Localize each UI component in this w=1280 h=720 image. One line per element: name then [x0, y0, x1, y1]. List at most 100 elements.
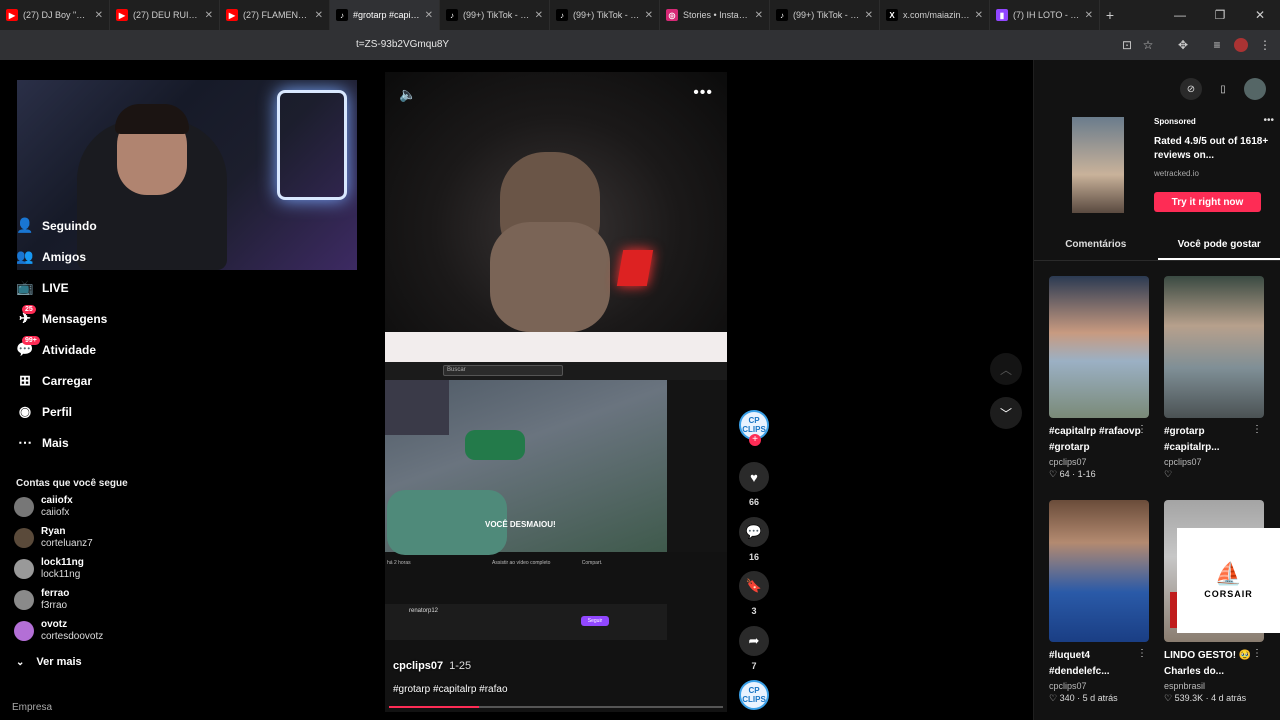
tab-comments[interactable]: Comentários [1034, 230, 1158, 260]
maximize-button[interactable]: ❐ [1200, 8, 1240, 22]
close-tab-icon[interactable]: ✕ [865, 10, 873, 21]
close-tab-icon[interactable]: ✕ [755, 10, 763, 21]
browser-tab[interactable]: ♪ (99+) TikTok - Ma... ✕ [770, 0, 880, 30]
extensions-icon[interactable]: ✥ [1176, 38, 1190, 52]
sidebar-item-amigos[interactable]: 👥 Amigos [0, 241, 200, 272]
video-caption[interactable]: LINDO GESTO! 🥹 Charles do... [1164, 648, 1260, 680]
recommended-video-card[interactable]: #capitalrp #rafaovp #grotarp cpclips07 ♡ 6… [1049, 276, 1152, 480]
browser-tab[interactable]: ♪ #grotarp #capita... ✕ [330, 0, 440, 30]
tab-you-may-like[interactable]: Você pode gostar [1157, 230, 1280, 260]
browser-tab[interactable]: ▶ (27) FLAMENGO ... ✕ [220, 0, 330, 30]
see-more-link[interactable]: ⌄ Ver mais [16, 656, 82, 668]
video-caption[interactable]: #grotarp #capitalrp... [1164, 424, 1260, 456]
media-controls-icon[interactable]: ≡ [1210, 38, 1224, 52]
video-player[interactable]: Buscar VOCÊ DESMAIOU! há 2 horas Assisti… [385, 72, 727, 712]
browser-tab[interactable]: ◎ Stories • Instagram ✕ [660, 0, 770, 30]
video-more-icon[interactable]: ••• [693, 84, 713, 102]
install-app-icon[interactable]: ⊡ [1120, 38, 1134, 52]
close-window-button[interactable]: ✕ [1240, 8, 1280, 22]
video-author[interactable]: cpclips07 [1164, 457, 1267, 467]
account-handle: caiiofx [41, 507, 70, 518]
sidebar-item-label: Mais [42, 435, 69, 450]
sponsored-ad[interactable]: Sponsored ••• Rated 4.9/5 out of 1618+ r… [1050, 115, 1278, 215]
account-handle: lock11ng [41, 569, 81, 580]
ad-more-icon[interactable]: ••• [1263, 115, 1274, 126]
recommended-video-card[interactable]: #luquet4 #dendelefc... cpclips07 ♡ 340 · 5… [1049, 500, 1152, 704]
card-more-icon[interactable]: ⋮ [1137, 424, 1147, 435]
creator-avatar-button[interactable]: CP CLIPS + [736, 410, 772, 446]
video-author[interactable]: espnbrasil [1164, 681, 1267, 691]
new-tab-button[interactable]: + [1100, 7, 1120, 23]
browser-tab[interactable]: ♪ (99+) TikTok - Ma... ✕ [550, 0, 660, 30]
browser-menu-icon[interactable]: ⋮ [1258, 38, 1272, 52]
close-tab-icon[interactable]: ✕ [205, 10, 213, 21]
sidebar-item-live[interactable]: 📺 LIVE [0, 272, 200, 303]
profile-avatar[interactable] [1234, 38, 1248, 52]
share-button[interactable]: ➦ 7 [736, 626, 772, 671]
close-tab-icon[interactable]: ✕ [535, 10, 543, 21]
comment-button[interactable]: 💬 16 [736, 517, 772, 562]
video-thumbnail[interactable] [1049, 500, 1149, 642]
like-button[interactable]: ♥ 66 [736, 462, 772, 507]
address-bar: t=ZS-93b2VGmqu8Y ⊡ ☆ ✥ ≡ ⋮ [0, 30, 1280, 60]
ad-cta-button[interactable]: Try it right now [1154, 192, 1261, 212]
phone-icon[interactable]: ▯ [1212, 78, 1234, 100]
close-tab-icon[interactable]: ✕ [1085, 10, 1093, 21]
close-tab-icon[interactable]: ✕ [95, 10, 103, 21]
following-account[interactable]: Ryan corteluanz7 [14, 523, 93, 553]
card-more-icon[interactable]: ⋮ [1137, 648, 1147, 659]
chevron-down-icon: ﹀ [999, 406, 1012, 421]
bookmark-star-icon[interactable]: ☆ [1141, 38, 1155, 52]
notification-badge: 99+ [22, 336, 40, 345]
browser-tab[interactable]: Xx.com/maiazinfp... ✕ [880, 0, 990, 30]
sidebar-item-mais[interactable]: ⋯ Mais [0, 427, 200, 458]
user-avatar[interactable] [1244, 78, 1266, 100]
video-author-line[interactable]: cpclips07 1-25 [393, 660, 471, 672]
browser-tab[interactable]: ▶ (27) DJ Boy "Seis ... ✕ [0, 0, 110, 30]
footer-company-link[interactable]: Empresa [12, 702, 52, 713]
video-hashtags[interactable]: #grotarp #capitalrp #rafao [393, 684, 508, 695]
close-tab-icon[interactable]: ✕ [975, 10, 983, 21]
previous-video-button[interactable]: ︿ [990, 353, 1022, 385]
card-more-icon[interactable]: ⋮ [1252, 648, 1262, 659]
video-progress-bar[interactable] [389, 706, 723, 708]
meta-separator: · [1074, 693, 1083, 703]
minimize-button[interactable]: — [1160, 8, 1200, 22]
browser-tab[interactable]: ▮ (7) IH LOTO - Twit... ✕ [990, 0, 1100, 30]
volume-icon[interactable]: 🔈 [399, 86, 416, 103]
sidebar-item-atividade[interactable]: 💬 99+ Atividade [0, 334, 200, 365]
sound-disc-button[interactable]: CP CLIPS [736, 680, 772, 710]
close-tab-icon[interactable]: ✕ [425, 10, 433, 21]
streamer-hair [115, 104, 189, 134]
video-author[interactable]: cpclips07 [1049, 457, 1152, 467]
url-text[interactable]: t=ZS-93b2VGmqu8Y [356, 39, 449, 50]
browser-tab[interactable]: ♪ (99+) TikTok - Ma... ✕ [440, 0, 550, 30]
video-author[interactable]: cpclips07 [393, 660, 443, 672]
video-caption[interactable]: #capitalrp #rafaovp #grotarp [1049, 424, 1145, 456]
follow-plus-icon[interactable]: + [749, 434, 761, 446]
game-car-green [465, 430, 525, 460]
following-account[interactable]: lock11ng lock11ng [14, 554, 84, 584]
close-tab-icon[interactable]: ✕ [645, 10, 653, 21]
video-thumbnail[interactable] [1049, 276, 1149, 418]
close-tab-icon[interactable]: ✕ [315, 10, 323, 21]
save-count: 3 [751, 606, 757, 616]
video-author[interactable]: cpclips07 [1049, 681, 1152, 691]
following-account[interactable]: ovotz cortesdoovotz [14, 616, 103, 646]
save-button[interactable]: 🔖 3 [736, 571, 772, 616]
sidebar-item-carregar[interactable]: ⊞ Carregar [0, 365, 200, 396]
video-thumbnail[interactable] [1164, 276, 1264, 418]
browser-tab[interactable]: ▶ (27) DEU RUIM! C... ✕ [110, 0, 220, 30]
next-video-button[interactable]: ﹀ [990, 397, 1022, 429]
browser-tab-title: (99+) TikTok - Ma... [573, 10, 641, 20]
sidebar-item-seguindo[interactable]: 👤 Seguindo [0, 210, 200, 241]
ad-thumbnail[interactable] [1072, 117, 1124, 213]
video-caption[interactable]: #luquet4 #dendelefc... [1049, 648, 1145, 680]
card-more-icon[interactable]: ⋮ [1252, 424, 1262, 435]
sidebar-item-perfil[interactable]: ◉ Perfil [0, 396, 200, 427]
following-account[interactable]: ferrao f3rrao [14, 585, 69, 615]
recommended-video-card[interactable]: #grotarp #capitalrp... cpclips07 ♡ ⋮ [1164, 276, 1267, 480]
following-account[interactable]: caiiofx caiiofx [14, 492, 73, 522]
sidebar-item-mensagens[interactable]: ✈ 25 Mensagens [0, 303, 200, 334]
compass-icon[interactable]: ⊘ [1180, 78, 1202, 100]
